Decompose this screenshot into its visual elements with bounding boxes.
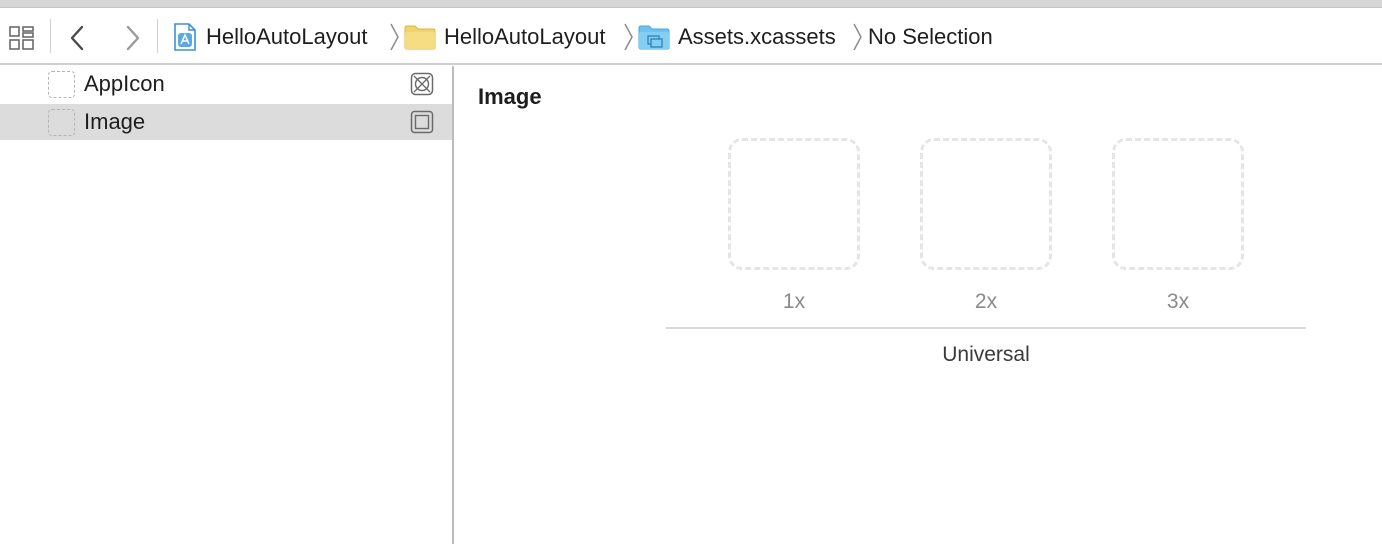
slot-label: 3x [1166, 290, 1190, 313]
slot-group-divider [666, 327, 1306, 329]
breadcrumb-separator-icon [624, 23, 633, 51]
breadcrumb-label: No Selection [868, 24, 993, 49]
image-slot-3x[interactable] [1112, 138, 1244, 270]
asset-thumbnail [48, 70, 75, 98]
image-slot-1x[interactable] [728, 138, 860, 270]
breadcrumb-label: HelloAutoLayout [444, 24, 606, 49]
breadcrumb-label: Assets.xcassets [678, 24, 836, 49]
image-set-icon [410, 110, 434, 134]
toolbar-separator [157, 19, 158, 53]
asset-navigator: AppIcon Image [0, 66, 452, 544]
breadcrumb-label: HelloAutoLayout [206, 24, 368, 49]
chevron-right-icon [126, 25, 140, 51]
asset-name: Image [84, 109, 146, 134]
toolbar-separator [50, 19, 51, 53]
related-items-button[interactable] [4, 20, 40, 56]
breadcrumb-item-selection[interactable]: No Selection [860, 20, 993, 54]
jump-bar: HelloAutoLayout HelloAutoLayout Assets.x… [0, 8, 1382, 65]
project-file-icon [174, 23, 196, 51]
slot-label: 1x [782, 290, 806, 313]
asset-editor: Image 1x 2x 3x Universal [454, 66, 1382, 544]
folder-icon [404, 25, 436, 50]
asset-list-item-image[interactable]: Image [0, 104, 452, 140]
asset-thumbnail [48, 108, 75, 136]
window-top-strip [0, 0, 1382, 8]
back-button[interactable] [60, 20, 96, 56]
image-slot-2x[interactable] [920, 138, 1052, 270]
app-icon-set-icon [410, 72, 434, 96]
asset-catalog-icon [638, 25, 670, 50]
slot-group-label: Universal [942, 343, 1030, 366]
image-set-title: Image [478, 84, 542, 109]
slot-label: 2x [974, 290, 998, 313]
asset-name: AppIcon [84, 71, 165, 96]
breadcrumb-item-folder[interactable]: HelloAutoLayout [404, 20, 605, 54]
chevron-left-icon [70, 25, 84, 51]
breadcrumb-separator-icon [390, 23, 399, 51]
asset-list-item-appicon[interactable]: AppIcon [0, 66, 452, 102]
related-items-grid-icon [9, 26, 34, 50]
forward-button[interactable] [114, 20, 150, 56]
breadcrumb-item-asset-catalog[interactable]: Assets.xcassets [638, 20, 836, 54]
breadcrumb-item-project[interactable]: HelloAutoLayout [172, 20, 367, 54]
